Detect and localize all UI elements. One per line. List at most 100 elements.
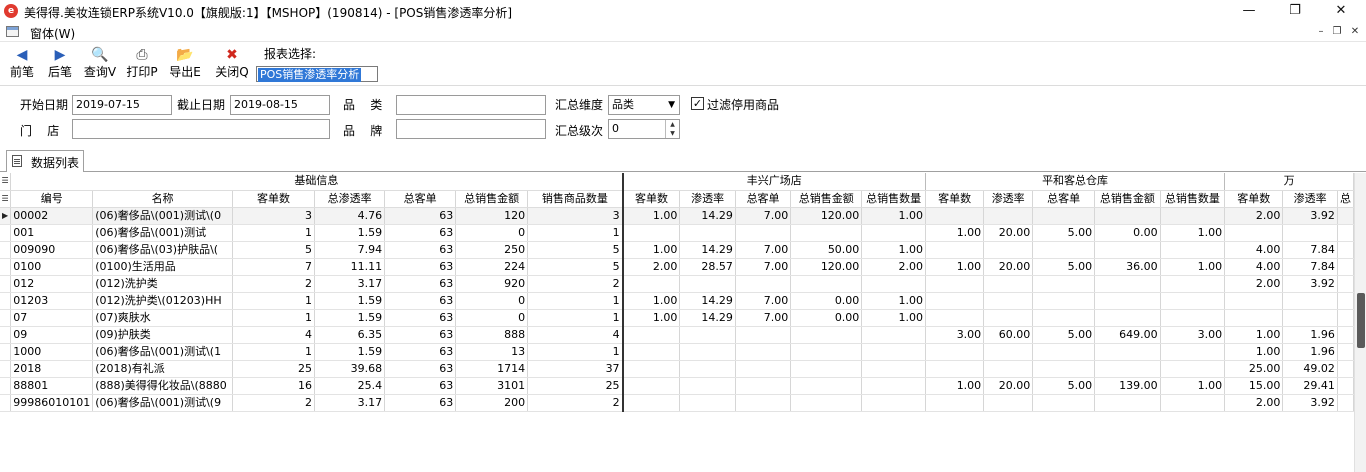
cell-rate[interactable]: 6.35	[314, 326, 386, 344]
mdi-restore-icon[interactable]: ❐	[1330, 25, 1344, 39]
table-row[interactable]: 0100 (0100)生活用品 7 11.11 63 224 5 2.00 28.57 7.00 1…	[0, 258, 1354, 276]
cell-store2[interactable]	[1160, 292, 1226, 310]
cell-store3[interactable]: 4.00	[1224, 258, 1284, 276]
cell-total-orders[interactable]: 63	[384, 275, 457, 293]
col-header-qty[interactable]: 销售商品数量	[527, 190, 624, 208]
cell-total-orders[interactable]: 63	[384, 377, 457, 395]
cell-store2[interactable]: 1.00	[925, 377, 985, 395]
cell-store3[interactable]: 3.92	[1282, 207, 1338, 225]
cell-store1[interactable]	[679, 275, 736, 293]
cell-store1[interactable]	[861, 360, 926, 378]
cell-store1[interactable]: 120.00	[790, 207, 863, 225]
table-row[interactable]: ▶ 00002 (06)奢侈品\(001)测试\(0 3 4.76 63 120 3 1.00 1…	[0, 207, 1354, 225]
cell-store1[interactable]: 1.00	[622, 292, 681, 310]
cell-name[interactable]: (09)护肤类	[92, 326, 233, 344]
cell-store1[interactable]: 14.29	[679, 207, 736, 225]
cell-store1[interactable]	[735, 377, 792, 395]
cell-store1[interactable]	[735, 326, 792, 344]
cell-code[interactable]: 07	[10, 309, 94, 327]
cell-store2[interactable]: 5.00	[1032, 377, 1096, 395]
cell-name[interactable]: (06)奢侈品\(001)测试\(9	[92, 394, 233, 412]
cell-store3[interactable]	[1337, 309, 1354, 327]
col-header-total-orders[interactable]: 总客单	[384, 190, 457, 208]
cell-store1[interactable]	[679, 343, 736, 361]
cell-store1[interactable]	[622, 224, 681, 242]
cell-store1[interactable]: 7.00	[735, 241, 792, 259]
cell-total-orders[interactable]: 63	[384, 207, 457, 225]
cell-orders[interactable]: 1	[232, 309, 316, 327]
cell-store3[interactable]	[1337, 394, 1354, 412]
cell-rate[interactable]: 3.17	[314, 394, 386, 412]
cell-store1[interactable]	[735, 275, 792, 293]
cell-store2[interactable]	[1032, 241, 1096, 259]
cell-store1[interactable]: 14.29	[679, 241, 736, 259]
cell-store3[interactable]	[1224, 292, 1284, 310]
cell-store3[interactable]	[1282, 224, 1338, 242]
export-button[interactable]: 📂 导出E	[167, 44, 203, 84]
table-row[interactable]: 2018 (2018)有礼派 25 39.68 63 1714 37 25.00 49.02	[0, 360, 1354, 378]
cell-name[interactable]: (0100)生活用品	[92, 258, 233, 276]
cell-total-orders[interactable]: 63	[384, 394, 457, 412]
cell-store1[interactable]: 7.00	[735, 292, 792, 310]
table-row[interactable]: 1000 (06)奢侈品\(001)测试\(1 1 1.59 63 13 1 1.00 1.96	[0, 343, 1354, 361]
mdi-close-icon[interactable]: ✕	[1348, 25, 1362, 39]
cell-total-orders[interactable]: 63	[384, 343, 457, 361]
start-date-field[interactable]: 2019-07-15	[72, 95, 172, 115]
cell-store1[interactable]: 2.00	[622, 258, 681, 276]
cell-store1[interactable]: 28.57	[679, 258, 736, 276]
cell-store1[interactable]: 0.00	[790, 292, 863, 310]
cell-store3[interactable]	[1337, 224, 1354, 242]
table-row[interactable]: 09 (09)护肤类 4 6.35 63 888 4 3.00 60.00 5.00 649.00 3…	[0, 326, 1354, 344]
cell-store1[interactable]: 14.29	[679, 309, 736, 327]
cell-store3[interactable]: 2.00	[1224, 394, 1284, 412]
cell-store3[interactable]: 49.02	[1282, 360, 1338, 378]
cell-amount[interactable]: 200	[455, 394, 529, 412]
data-grid[interactable]: ☰ 基础信息 丰兴广场店 平和客总仓库 万 ☰ 编号 名称 客单数 总渗透率 总…	[0, 173, 1354, 472]
row-indicator-icon[interactable]	[0, 258, 12, 276]
cell-amount[interactable]: 224	[455, 258, 529, 276]
table-row[interactable]: 001 (06)奢侈品\(001)测试 1 1.59 63 0 1 1.00 20.00 5.00…	[0, 224, 1354, 242]
col-header-name[interactable]: 名称	[92, 190, 233, 208]
cell-store2[interactable]	[983, 241, 1034, 259]
end-date-field[interactable]: 2019-08-15	[230, 95, 330, 115]
cell-store2[interactable]	[925, 360, 985, 378]
cell-store2[interactable]: 5.00	[1032, 258, 1096, 276]
cell-store2[interactable]	[1032, 394, 1096, 412]
cell-store2[interactable]	[983, 343, 1034, 361]
cell-store2[interactable]: 5.00	[1032, 224, 1096, 242]
cell-amount[interactable]: 888	[455, 326, 529, 344]
cell-rate[interactable]: 1.59	[314, 309, 386, 327]
col-header-s3-total[interactable]: 总	[1337, 190, 1354, 208]
cell-code[interactable]: 09	[10, 326, 94, 344]
cell-store3[interactable]: 1.96	[1282, 343, 1338, 361]
cell-store1[interactable]: 1.00	[861, 292, 926, 310]
row-indicator-icon[interactable]	[0, 292, 12, 310]
cell-orders[interactable]: 2	[232, 275, 316, 293]
cell-orders[interactable]: 3	[232, 207, 316, 225]
cell-store2[interactable]	[925, 309, 985, 327]
cell-store2[interactable]	[1094, 275, 1161, 293]
col-header-s1-rate[interactable]: 渗透率	[679, 190, 736, 208]
cell-name[interactable]: (012)洗护类\(01203)HH	[92, 292, 233, 310]
table-row[interactable]: 88801 (888)美得得化妆品\(8880 16 25.4 63 3101 25 1.00…	[0, 377, 1354, 395]
cell-qty[interactable]: 37	[527, 360, 624, 378]
cell-total-orders[interactable]: 63	[384, 292, 457, 310]
summary-level-stepper[interactable]: 0 ▲ ▼	[608, 119, 680, 139]
cell-store1[interactable]: 120.00	[790, 258, 863, 276]
cell-amount[interactable]: 120	[455, 207, 529, 225]
cell-store2[interactable]: 1.00	[1160, 224, 1226, 242]
cell-store3[interactable]	[1282, 309, 1338, 327]
cell-store1[interactable]	[790, 224, 863, 242]
col-header-s2-qty[interactable]: 总销售数量	[1160, 190, 1226, 208]
report-select[interactable]: POS销售渗透率分析	[256, 66, 378, 82]
scrollbar-thumb[interactable]	[1357, 293, 1365, 348]
cell-qty[interactable]: 5	[527, 258, 624, 276]
row-indicator-icon[interactable]	[0, 360, 12, 378]
cell-store2[interactable]	[1032, 275, 1096, 293]
cell-store3[interactable]	[1337, 258, 1354, 276]
cell-store2[interactable]	[925, 292, 985, 310]
cell-store2[interactable]	[1160, 343, 1226, 361]
cell-code[interactable]: 1000	[10, 343, 94, 361]
cell-store2[interactable]: 36.00	[1094, 258, 1161, 276]
cell-store2[interactable]	[1094, 241, 1161, 259]
